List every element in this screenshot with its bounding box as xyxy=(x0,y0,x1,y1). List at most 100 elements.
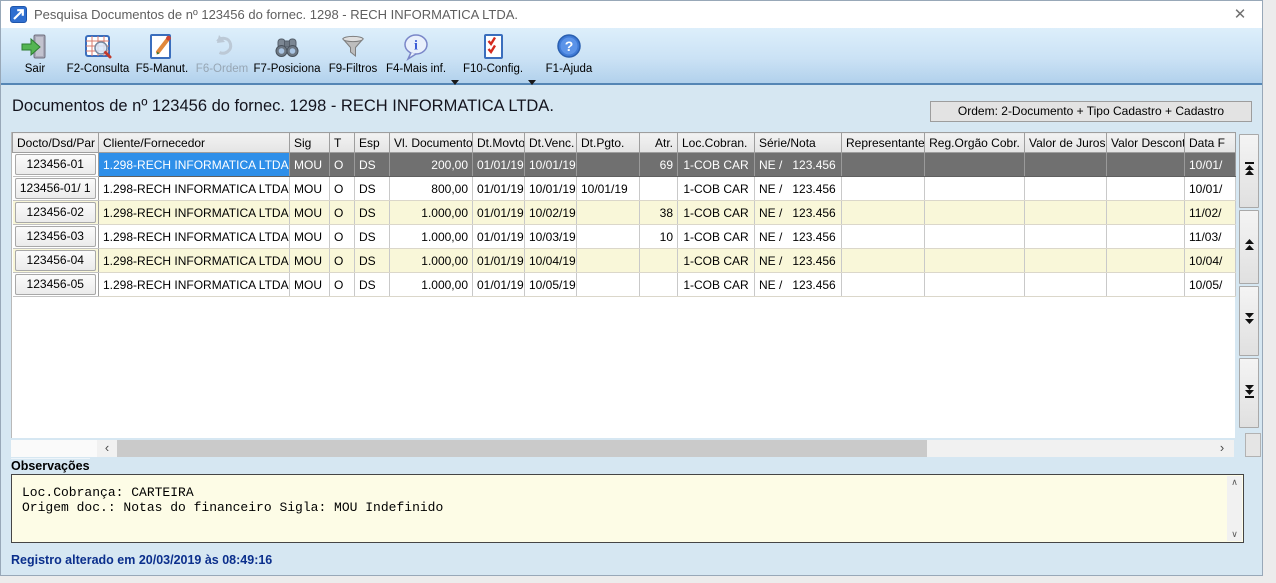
cell[interactable]: NE / 123.456 xyxy=(755,177,842,201)
cell[interactable]: 1-COB CAR xyxy=(678,225,755,249)
cell[interactable]: 01/01/19 xyxy=(473,201,525,225)
cell[interactable]: O xyxy=(330,225,355,249)
cell[interactable]: O xyxy=(330,177,355,201)
cell[interactable]: NE / 123.456 xyxy=(755,201,842,225)
docto-cell-button[interactable]: 123456-05 xyxy=(15,274,97,295)
cell[interactable]: 1-COB CAR xyxy=(678,201,755,225)
docto-cell-button[interactable]: 123456-01 xyxy=(15,154,97,175)
cell[interactable] xyxy=(925,249,1025,273)
cell[interactable]: 69 xyxy=(640,153,678,177)
column-header-6[interactable]: Dt.Movto xyxy=(473,133,525,153)
cell[interactable]: DS xyxy=(355,249,390,273)
docto-cell-button[interactable]: 123456-01/ 1 xyxy=(15,178,97,199)
table-row[interactable]: 123456-051.298-RECH INFORMATICA LTDA.MOU… xyxy=(13,273,1236,297)
column-header-0[interactable]: Docto/Dsd/Par xyxy=(13,133,99,153)
cell[interactable] xyxy=(925,177,1025,201)
cell[interactable] xyxy=(842,177,925,201)
cell[interactable]: 01/01/19 xyxy=(473,153,525,177)
cell[interactable] xyxy=(842,153,925,177)
f7-posiciona-button[interactable]: F7-Posiciona xyxy=(252,32,322,80)
cell[interactable]: O xyxy=(330,201,355,225)
cell[interactable]: MOU xyxy=(290,225,330,249)
cell[interactable]: 10/01/ xyxy=(1185,177,1236,201)
cell[interactable]: 1-COB CAR xyxy=(678,177,755,201)
docto-cell-button[interactable]: 123456-02 xyxy=(15,202,97,223)
cell[interactable] xyxy=(1107,153,1185,177)
page-down-button[interactable] xyxy=(1239,286,1259,356)
cell[interactable]: 10 xyxy=(640,225,678,249)
cell[interactable] xyxy=(577,249,640,273)
cell[interactable]: 1.000,00 xyxy=(390,225,473,249)
cell[interactable] xyxy=(842,201,925,225)
cell[interactable]: 10/03/19 xyxy=(525,225,577,249)
scroll-first-button[interactable] xyxy=(1239,134,1259,208)
cell[interactable]: 10/01/19 xyxy=(525,153,577,177)
cell[interactable]: 10/01/19 xyxy=(525,177,577,201)
cell[interactable]: DS xyxy=(355,153,390,177)
cell[interactable]: MOU xyxy=(290,177,330,201)
scroll-last-button[interactable] xyxy=(1239,358,1259,428)
cell[interactable]: 10/01/ xyxy=(1185,153,1236,177)
column-header-7[interactable]: Dt.Venc. xyxy=(525,133,577,153)
f4-mais-inf-button[interactable]: i F4-Mais inf. xyxy=(385,32,447,80)
table-row[interactable]: 123456-01/ 11.298-RECH INFORMATICA LTDA.… xyxy=(13,177,1236,201)
column-header-1[interactable]: Cliente/Fornecedor xyxy=(99,133,290,153)
f1-ajuda-button[interactable]: ? F1-Ajuda xyxy=(538,32,600,80)
column-header-10[interactable]: Loc.Cobran. xyxy=(678,133,755,153)
column-header-11[interactable]: Série/Nota xyxy=(755,133,842,153)
cell[interactable] xyxy=(640,273,678,297)
column-header-4[interactable]: Esp xyxy=(355,133,390,153)
cell[interactable] xyxy=(1025,177,1107,201)
cell[interactable]: 1.298-RECH INFORMATICA LTDA. xyxy=(99,273,290,297)
column-header-14[interactable]: Valor de Juros xyxy=(1025,133,1107,153)
table-row[interactable]: 123456-011.298-RECH INFORMATICA LTDA.MOU… xyxy=(13,153,1236,177)
close-icon[interactable]: ✕ xyxy=(1230,5,1250,25)
cell[interactable]: 1.298-RECH INFORMATICA LTDA. xyxy=(99,177,290,201)
cell[interactable]: 10/04/ xyxy=(1185,249,1236,273)
cell[interactable]: 1.298-RECH INFORMATICA LTDA. xyxy=(99,153,290,177)
page-up-button[interactable] xyxy=(1239,210,1259,284)
observations-box[interactable]: Loc.Cobrança: CARTEIRA Origem doc.: Nota… xyxy=(11,474,1244,543)
order-button[interactable]: Ordem: 2-Documento + Tipo Cadastro + Cad… xyxy=(930,101,1252,122)
cell[interactable] xyxy=(640,249,678,273)
cell[interactable]: 1.298-RECH INFORMATICA LTDA. xyxy=(99,249,290,273)
cell[interactable]: NE / 123.456 xyxy=(755,225,842,249)
column-header-5[interactable]: Vl. Documento xyxy=(390,133,473,153)
cell[interactable]: 1-COB CAR xyxy=(678,273,755,297)
cell[interactable] xyxy=(925,273,1025,297)
chevron-up-icon[interactable]: ∧ xyxy=(1227,477,1242,488)
cell[interactable]: 10/02/19 xyxy=(525,201,577,225)
cell[interactable]: 1.000,00 xyxy=(390,201,473,225)
sair-button[interactable]: Sair xyxy=(9,32,61,80)
cell[interactable]: O xyxy=(330,273,355,297)
cell[interactable]: 123456-03 xyxy=(13,225,99,249)
cell[interactable] xyxy=(842,273,925,297)
column-header-15[interactable]: Valor Desconto xyxy=(1107,133,1185,153)
cell[interactable]: 01/01/19 xyxy=(473,273,525,297)
f5-manut-button[interactable]: F5-Manut. xyxy=(132,32,192,80)
cell[interactable]: 1.298-RECH INFORMATICA LTDA. xyxy=(99,201,290,225)
dropdown-arrow-icon[interactable] xyxy=(451,80,459,85)
cell[interactable]: 10/01/19 xyxy=(577,177,640,201)
cell[interactable]: 11/02/ xyxy=(1185,201,1236,225)
table-row[interactable]: 123456-021.298-RECH INFORMATICA LTDA.MOU… xyxy=(13,201,1236,225)
cell[interactable] xyxy=(842,249,925,273)
cell[interactable]: 10/04/19 xyxy=(525,249,577,273)
cell[interactable]: 10/05/19 xyxy=(525,273,577,297)
cell[interactable]: 38 xyxy=(640,201,678,225)
cell[interactable]: 123456-05 xyxy=(13,273,99,297)
f9-filtros-button[interactable]: F9-Filtros xyxy=(321,32,385,80)
docto-cell-button[interactable]: 123456-04 xyxy=(15,250,97,271)
column-header-13[interactable]: Reg.Orgão Cobr. xyxy=(925,133,1025,153)
cell[interactable]: 01/01/19 xyxy=(473,177,525,201)
cell[interactable]: 01/01/19 xyxy=(473,249,525,273)
cell[interactable] xyxy=(1107,249,1185,273)
scroll-right-icon[interactable]: › xyxy=(1214,440,1230,457)
cell[interactable] xyxy=(640,177,678,201)
cell[interactable]: 123456-01/ 1 xyxy=(13,177,99,201)
cell[interactable]: 123456-02 xyxy=(13,201,99,225)
horizontal-scrollbar[interactable]: ‹ › xyxy=(11,440,1234,457)
column-header-3[interactable]: T xyxy=(330,133,355,153)
horizontal-scrollbar-thumb[interactable] xyxy=(117,440,927,457)
cell[interactable] xyxy=(577,153,640,177)
